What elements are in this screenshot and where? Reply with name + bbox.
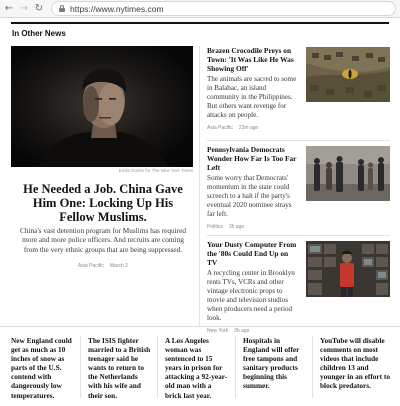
story-headline[interactable]: Your Dusty Computer From the '80s Could …: [207, 240, 300, 267]
story-summary: Some worry that Democrats' momentum in t…: [207, 174, 292, 218]
crocodile-image: [306, 47, 390, 102]
url-text[interactable]: https://www.nytimes.com: [70, 3, 164, 15]
brief-item[interactable]: A Los Angeles woman was sentenced to 15 …: [165, 336, 229, 400]
pennsylvania-thumbnail[interactable]: [306, 146, 390, 201]
bottom-section-rule: [0, 326, 400, 327]
column-divider: [199, 46, 200, 326]
brief-item[interactable]: YouTube will disable comments on most vi…: [320, 336, 390, 391]
story-section[interactable]: Politics: [207, 224, 223, 230]
story-meta: Asia Pacific 23m ago: [207, 125, 300, 132]
lead-headline[interactable]: He Needed a Job. China Gave Him One: Loc…: [22, 182, 184, 224]
brief-divider: [235, 336, 236, 398]
crowd-image: [306, 146, 390, 201]
electronics-thumbnail[interactable]: [306, 241, 390, 297]
arrow-right-icon[interactable]: →: [18, 2, 30, 15]
brief-divider: [312, 336, 313, 398]
electronics-warehouse-image: [306, 241, 390, 297]
brief-item[interactable]: Hospitals in England will offer free tam…: [243, 336, 307, 391]
lock-icon: [59, 5, 65, 12]
lead-date: March 2: [109, 263, 128, 269]
lead-photo[interactable]: [11, 46, 193, 167]
story-headline[interactable]: Pennsylvania Democrats Wonder How Far Is…: [207, 145, 300, 172]
browser-toolbar: ← → ↻ https://www.nytimes.com: [0, 0, 400, 18]
brief-divider: [157, 336, 158, 398]
lead-summary: China's vast detention program for Musli…: [19, 226, 187, 254]
story-item[interactable]: Brazen Crocodile Preys on Town: 'It Was …: [207, 46, 300, 132]
story-time: 23m ago: [238, 125, 259, 131]
section-title[interactable]: In Other News: [12, 29, 66, 39]
brief-item[interactable]: New England could get as much as 10 inch…: [11, 336, 75, 400]
brief-item[interactable]: The ISIS fighter married to a British te…: [88, 336, 152, 400]
photo-credit: Emile Ducke for The New York Times: [118, 168, 193, 173]
story-summary: The animals are sacred to some in Balaba…: [207, 75, 297, 119]
brief-divider: [80, 336, 81, 398]
story-summary: A recycling center in Brooklyn rents TVs…: [207, 269, 295, 322]
story-time: 3h ago: [228, 224, 245, 230]
story-item[interactable]: Your Dusty Computer From the '80s Could …: [207, 240, 300, 335]
reload-icon[interactable]: ↻: [33, 2, 45, 15]
story-time: 3h ago: [234, 328, 250, 334]
lead-section[interactable]: Asia Pacific: [78, 263, 104, 269]
story-section[interactable]: New York: [207, 328, 228, 334]
portrait-image: [39, 68, 169, 167]
arrow-left-icon[interactable]: ←: [3, 2, 15, 15]
story-divider: [207, 235, 390, 236]
address-bar[interactable]: https://www.nytimes.com: [51, 1, 396, 16]
story-item[interactable]: Pennsylvania Democrats Wonder How Far Is…: [207, 145, 300, 231]
story-meta: New York 3h ago: [207, 328, 300, 335]
story-section[interactable]: Asia Pacific: [207, 125, 233, 131]
story-headline[interactable]: Brazen Crocodile Preys on Town: 'It Was …: [207, 46, 300, 73]
story-meta: Politics 3h ago: [207, 224, 300, 231]
crocodile-thumbnail[interactable]: [306, 47, 390, 102]
story-divider: [207, 140, 390, 141]
section-rule: [11, 22, 389, 24]
lead-meta: Asia Pacific March 2: [17, 263, 189, 270]
